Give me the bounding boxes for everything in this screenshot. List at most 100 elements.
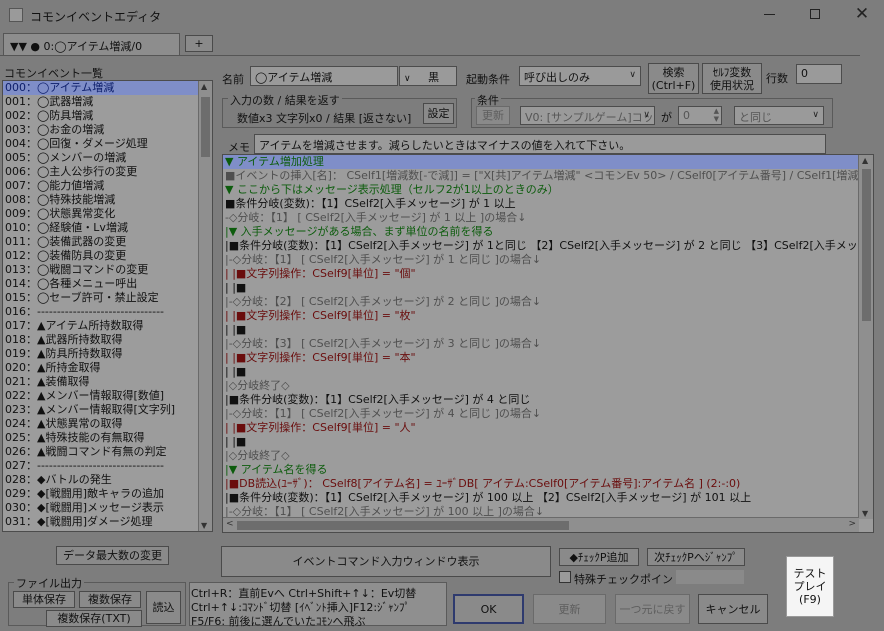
command-line[interactable]: | |■文字列操作：CSelf9[単位] = "人" [223,421,873,435]
list-item[interactable]: 010：◯経験値・Lv増減 [3,221,212,235]
list-item[interactable]: 011：◯装備武器の変更 [3,235,212,249]
command-line[interactable]: | |■ [223,435,873,449]
scroll-up-icon[interactable]: ▲ [862,156,868,165]
command-line[interactable]: |-◇分岐：【1】 [ CSelf2[入手メッセージ] が 4 と同じ ]の場合… [223,407,873,421]
memo-input[interactable]: アイテムを増減させます。減らしたいときはマイナスの値を入れて下さい。 [254,134,826,154]
name-input[interactable]: ◯アイテム増減 [250,66,398,86]
list-scrollbar[interactable]: ▲ ▼ [198,81,212,531]
list-item[interactable]: 023：▲メンバー情報取得[文字列] [3,403,212,417]
search-button[interactable]: 検索 (Ctrl+F) [648,63,699,94]
checkpoint-jump-button[interactable]: 次ﾁｪｯｸPへｼﾞｬﾝﾌﾟ [647,548,745,566]
command-line[interactable]: ▼ ここから下はメッセージ表示処理（セルフ2が1以上のときのみ） [223,183,873,197]
command-line[interactable]: |▼ アイテム名を得る [223,463,873,477]
scroll-down-icon[interactable]: ▼ [862,509,868,518]
data-max-button[interactable]: データ最大数の変更 [56,546,169,565]
scroll-left-icon[interactable]: < [226,519,234,529]
content-scroll-thumb[interactable] [862,169,871,321]
command-line[interactable]: | |■文字列操作：CSelf9[単位] = "本" [223,351,873,365]
command-line[interactable]: ▼ アイテム増加処理 [223,155,873,169]
trigger-select[interactable]: 呼び出しのみ ∨ [519,66,641,86]
close-icon[interactable]: ✕ [848,4,876,24]
list-item[interactable]: 021：▲装備取得 [3,375,212,389]
command-line[interactable]: | |■文字列操作：CSelf9[単位] = "枚" [223,309,873,323]
io-settings-button[interactable]: 設定 [423,103,454,124]
list-item[interactable]: 017：▲アイテム所持数取得 [3,319,212,333]
command-line[interactable]: | |■ [223,323,873,337]
minimize-icon[interactable] [756,6,784,24]
list-item[interactable]: 018：▲武器所持数取得 [3,333,212,347]
list-item[interactable]: 014：◯各種メニュー呼出 [3,277,212,291]
apply-button[interactable]: 更新 [533,594,606,624]
command-line[interactable]: |-◇分岐：【3】 [ CSelf2[入手メッセージ] が 3 と同じ ]の場合… [223,337,873,351]
list-item[interactable]: 003：◯お金の増減 [3,123,212,137]
condition-update-button[interactable]: 更新 [476,106,510,125]
command-line[interactable]: | |■文字列操作：CSelf9[単位] = "個" [223,267,873,281]
add-tab-button[interactable]: + [185,35,213,52]
command-line[interactable]: ■条件分岐(変数)：【1】CSelf2[入手メッセージ] が 1 以上 [223,197,873,211]
list-item[interactable]: 020：▲所持金取得 [3,361,212,375]
content-hscroll-thumb[interactable] [237,521,569,530]
list-item[interactable]: 006：◯主人公歩行の変更 [3,165,212,179]
undo-button[interactable]: 一つ元に戻す [615,594,690,624]
list-item[interactable]: 031：◆[戦闘用]ダメージ処理 [3,515,212,529]
list-item[interactable]: 008：◯特殊技能増減 [3,193,212,207]
list-item[interactable]: 024：▲状態異常の取得 [3,417,212,431]
event-command-list[interactable]: ▼ アイテム増加処理 ■イベントの挿入[名]： CSelf1[増減数[-で減]] … [222,154,874,533]
list-item[interactable]: 002：◯防具増減 [3,109,212,123]
tab-event-0[interactable]: ▼▼ ● 0:◯アイテム増減/0 [3,33,180,56]
multi-save-txt-button[interactable]: 複数保存(TXT) [46,610,142,627]
command-line[interactable]: -◇分岐：【1】 [ CSelf2[入手メッセージ] が 1 以上 ]の場合↓ [223,211,873,225]
command-line[interactable]: | |■ [223,281,873,295]
scroll-down-icon[interactable]: ▼ [201,521,207,530]
list-item[interactable]: 015：◯セーブ許可・禁止設定 [3,291,212,305]
command-line[interactable]: |■条件分岐(変数)：【1】CSelf2[入手メッセージ] が 1と同じ 【2】… [223,239,873,253]
list-item[interactable]: 013：◯戦闘コマンドの変更 [3,263,212,277]
list-item[interactable]: 009：◯状態異常変化 [3,207,212,221]
command-line[interactable]: |■DB読込(ﾕｰｻﾞ)： CSelf8[アイテム名] = ﾕｰｻﾞDB[ アイ… [223,477,873,491]
list-item[interactable]: 022：▲メンバー情報取得[数値] [3,389,212,403]
command-line[interactable]: ■イベントの挿入[名]： CSelf1[増減数[-で減]] = ["X[共]アイ… [223,169,873,183]
condition-variable-select[interactable]: V0: [サンプルゲーム]コッ ∨ [520,106,655,125]
list-item[interactable]: 026：▲戦闘コマンド有無の判定 [3,445,212,459]
load-button[interactable]: 読込 [146,591,181,624]
list-item[interactable]: 012：◯装備防具の変更 [3,249,212,263]
special-checkpoint-checkbox[interactable] [559,571,571,583]
list-item[interactable]: 025：▲特殊技能の有無取得 [3,431,212,445]
condition-number-input[interactable]: 0 ▲ ▼ [678,106,722,125]
color-select[interactable]: ∨ 黒 [399,66,457,86]
list-item[interactable]: 007：◯能力値増減 [3,179,212,193]
list-item[interactable]: 005：◯メンバーの増減 [3,151,212,165]
list-item[interactable]: 004：◯回復・ダメージ処理 [3,137,212,151]
self-var-usage-button[interactable]: ｾﾙﾌ変数 使用状況 [702,63,762,94]
line-count-input[interactable]: 0 [796,64,842,84]
ok-button[interactable]: OK [453,594,524,624]
command-line[interactable]: |■条件分岐(変数)：【1】CSelf2[入手メッセージ] が 4 と同じ [223,393,873,407]
common-event-list[interactable]: 000：◯アイテム増減 001：◯武器増減 002：◯防具増減 003：◯お金の増減 0… [2,80,213,532]
list-item[interactable]: 027：-------------------------------- [3,459,212,473]
multi-save-button[interactable]: 複数保存 [79,591,141,608]
command-line[interactable]: |▼ 入手メッセージがある場合、まず単位の名前を得る [223,225,873,239]
list-scroll-thumb[interactable] [201,97,210,157]
content-vertical-scrollbar[interactable]: ▲ ▼ [858,155,873,519]
scroll-right-icon[interactable]: > [848,519,856,529]
list-item[interactable]: 000：◯アイテム増減 [3,81,212,95]
cancel-button[interactable]: キャンセル [698,594,768,624]
command-line[interactable]: |-◇分岐：【1】 [ CSelf2[入手メッセージ] が 1 と同じ ]の場合… [223,253,873,267]
list-item[interactable]: 028：◆バトルの発生 [3,473,212,487]
maximize-icon[interactable] [802,6,830,24]
command-line[interactable]: | |■ [223,365,873,379]
command-line[interactable]: |■条件分岐(変数)：【1】CSelf2[入手メッセージ] が 100 以上 【… [223,491,873,505]
list-item[interactable]: 016：-------------------------------- [3,305,212,319]
command-line[interactable]: |◇分岐終了◇ [223,379,873,393]
command-line[interactable]: |-◇分岐：【2】 [ CSelf2[入手メッセージ] が 2 と同じ ]の場合… [223,295,873,309]
content-horizontal-scrollbar[interactable]: < > [223,517,859,532]
list-item[interactable]: 030：◆[戦闘用]メッセージ表示 [3,501,212,515]
command-window-button[interactable]: イベントコマンド入力ウィンドウ表示 [221,546,551,577]
list-item[interactable]: 001：◯武器増減 [3,95,212,109]
checkpoint-add-button[interactable]: ◆ﾁｪｯｸP追加 [559,548,639,566]
list-item[interactable]: 019：▲防具所持数取得 [3,347,212,361]
list-item[interactable]: 029：◆[戦闘用]敵キャラの追加 [3,487,212,501]
condition-operator-select[interactable]: と同じ ∨ [734,106,824,125]
scroll-up-icon[interactable]: ▲ [201,82,207,91]
spin-arrows-icon[interactable]: ▲ ▼ [714,107,719,123]
